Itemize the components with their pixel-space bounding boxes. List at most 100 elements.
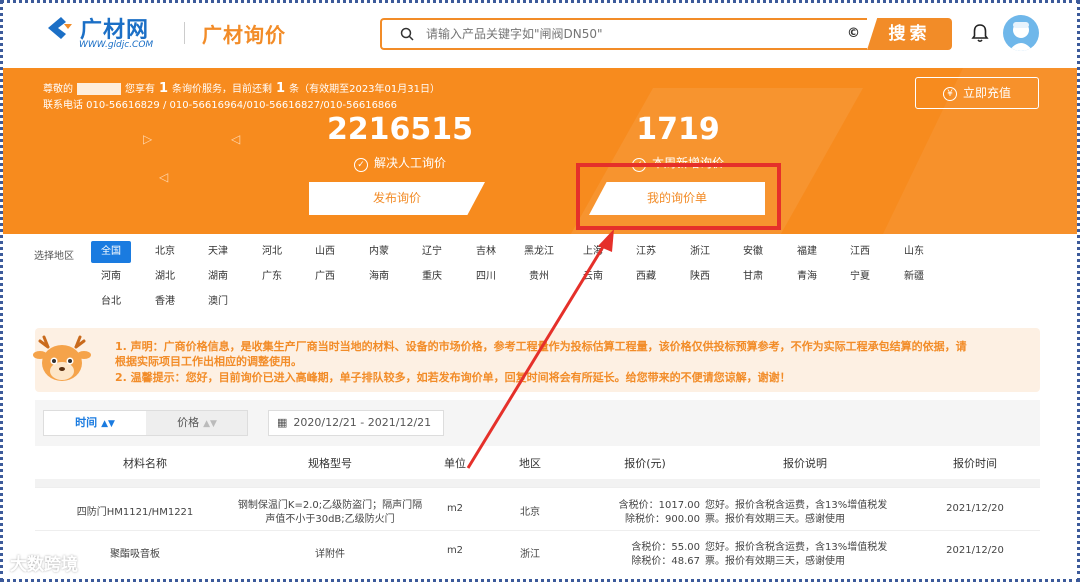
stat-weekly-value: 1719 (636, 112, 720, 147)
region-option[interactable]: 广西 (305, 266, 345, 288)
sort-arrow-icon: ▲▼ (203, 419, 217, 429)
check-circle-icon: ✓ (353, 158, 368, 172)
search-box[interactable]: © (380, 18, 867, 50)
stat-solved-text: 解决人工询价 (373, 156, 446, 170)
table-row[interactable]: 聚酯吸音板 详附件 m2 浙江 含税价：55.00 除税价：48.67 您好。报… (35, 530, 1040, 573)
triangle-icon: ◁ (159, 170, 169, 184)
greet-text: 条询价服务，目前还剩 (172, 84, 273, 95)
column-header: 材料名称 (123, 457, 167, 470)
column-header: 单位 (444, 457, 466, 470)
publish-inquiry-button[interactable]: 发布询价 (309, 182, 485, 215)
logo-icon[interactable] (44, 15, 78, 41)
material-name: 聚酯吸音板 (110, 549, 160, 560)
quote-desc-line-1: 您好。报价含税含运费，含13%增值税发 (705, 542, 888, 553)
date-range-value: 2020/12/21 - 2021/12/21 (293, 416, 432, 429)
contact-phone: 联系电话 010-56616829 / 010-56616964/010-566… (43, 100, 398, 111)
bell-icon[interactable] (970, 22, 990, 44)
region-option[interactable]: 福建 (787, 241, 827, 263)
region-option[interactable]: 山西 (305, 241, 345, 263)
calendar-icon: ▦ (277, 416, 288, 429)
region-option[interactable]: 陕西 (680, 266, 720, 288)
sort-time-label: 时间 (75, 416, 98, 429)
region-option[interactable]: 新疆 (894, 266, 934, 288)
spec-line-1: 详附件 (315, 549, 345, 560)
table-row[interactable]: 四防门HM1121/HM1221 钢制保温门K=2.0;乙级防盗门；隔声门隔 声… (35, 487, 1040, 530)
sort-arrow-icon: ▲▼ (101, 419, 115, 429)
top-header: 广材网 WWW.gldjc.COM 广材询价 © 搜索 (0, 0, 1080, 68)
stat-solved-label: ✓ 解决人工询价 (290, 154, 510, 172)
region-cell: 浙江 (520, 549, 540, 560)
watermark-text: 大数跨境 (10, 555, 78, 575)
region-option[interactable]: 辽宁 (412, 241, 452, 263)
greet-text: 您享有 (125, 84, 155, 95)
deer-mascot-icon (33, 335, 91, 381)
sort-price-label: 价格 (177, 416, 200, 429)
price-with-tax: 含税价：55.00 (631, 542, 700, 553)
avatar[interactable] (1003, 15, 1039, 51)
region-option[interactable]: 江西 (840, 241, 880, 263)
region-option[interactable]: 湖南 (198, 266, 238, 288)
region-option[interactable]: 江苏 (626, 241, 666, 263)
table-gap (35, 479, 1040, 487)
region-option[interactable]: 河北 (252, 241, 292, 263)
notice-line-2: 根据实际项目工作出相应的调整使用。 (115, 355, 302, 368)
region-option[interactable]: 浙江 (680, 241, 720, 263)
region-option[interactable]: 青海 (787, 266, 827, 288)
region-option[interactable]: 安徽 (733, 241, 773, 263)
recharge-button[interactable]: ¥ 立即充值 (915, 77, 1039, 109)
region-option[interactable]: 吉林 (466, 241, 506, 263)
sort-by-price-button[interactable]: 价格 ▲▼ (146, 411, 248, 435)
region-option[interactable]: 天津 (198, 241, 238, 263)
region-option[interactable]: 北京 (145, 241, 185, 263)
region-option[interactable]: 澳门 (198, 291, 238, 313)
region-option[interactable]: 内蒙 (359, 241, 399, 263)
region-option[interactable]: 贵州 (519, 266, 559, 288)
spec-line-2: 声值不小于30dB;乙级防火门 (265, 514, 395, 525)
quote-desc-line-1: 您好。报价含税含运费，含13%增值税发 (705, 500, 888, 511)
search-icon (400, 27, 414, 41)
unit-cell: m2 (446, 503, 464, 514)
column-header: 规格型号 (308, 457, 352, 470)
table-header: 材料名称 规格型号 单位 地区 报价(元) 报价说明 报价时间 (35, 447, 1040, 479)
remaining-count: 1 (276, 81, 286, 96)
triangle-icon: ◁ (231, 132, 241, 146)
price-with-tax: 含税价：1017.00 (618, 500, 700, 511)
orange-banner: 尊敬的 您享有 1 条询价服务，目前还剩 1 条（有效期至2023年01月31日） 联系电… (3, 68, 1077, 234)
unit-cell: m2 (446, 545, 464, 556)
masked-username (77, 83, 121, 95)
region-option[interactable]: 全国 (91, 241, 131, 263)
greet-suffix: 条（有效期至2023年01月31日） (289, 84, 440, 95)
spec-line-1: 钢制保温门K=2.0;乙级防盗门；隔声门隔 (237, 500, 423, 511)
region-option[interactable]: 甘肃 (733, 266, 773, 288)
annotation-highlight-box (576, 163, 781, 230)
region-option[interactable]: 黑龙江 (519, 241, 559, 263)
region-option[interactable]: 四川 (466, 266, 506, 288)
search-input[interactable] (426, 20, 826, 48)
quote-date: 2021/12/20 (946, 503, 1004, 514)
service-greeting: 尊敬的 您享有 1 条询价服务，目前还剩 1 条（有效期至2023年01月31日） (43, 80, 440, 96)
region-option[interactable]: 台北 (91, 291, 131, 313)
region-cell: 北京 (520, 507, 540, 518)
service-count: 1 (159, 81, 169, 96)
region-option[interactable]: 云南 (573, 266, 613, 288)
search-button[interactable]: 搜索 (867, 18, 952, 50)
date-range-picker[interactable]: ▦ 2020/12/21 - 2021/12/21 (268, 410, 444, 436)
region-option[interactable]: 广东 (252, 266, 292, 288)
region-option[interactable]: 河南 (91, 266, 131, 288)
sort-by-time-button[interactable]: 时间 ▲▼ (44, 411, 146, 435)
clear-icon[interactable]: © (847, 26, 860, 41)
region-option[interactable]: 海南 (359, 266, 399, 288)
region-option[interactable]: 宁夏 (840, 266, 880, 288)
region-option[interactable]: 西藏 (626, 266, 666, 288)
quote-date: 2021/12/20 (946, 545, 1004, 556)
region-label: 选择地区 (34, 251, 74, 262)
region-option[interactable]: 香港 (145, 291, 185, 313)
stat-solved-value: 2216515 (326, 112, 474, 147)
region-option[interactable]: 湖北 (145, 266, 185, 288)
logo-subtitle: WWW.gldjc.COM (79, 40, 154, 50)
column-header: 地区 (519, 457, 541, 470)
region-option[interactable]: 重庆 (412, 266, 452, 288)
region-option[interactable]: 上海 (573, 241, 613, 263)
region-option[interactable]: 山东 (894, 241, 934, 263)
header-divider (184, 22, 185, 44)
